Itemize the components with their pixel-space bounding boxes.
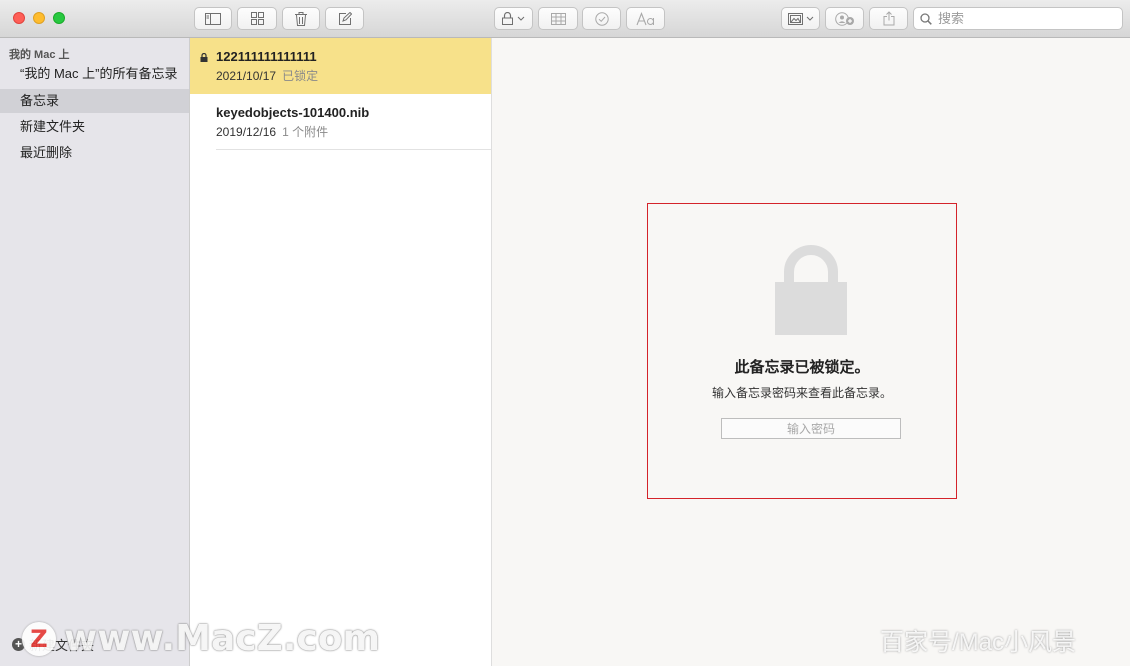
sidebar: 我的 Mac 上 “我的 Mac 上”的所有备忘录 备忘录 新建文件夹 最近删除… <box>0 38 190 666</box>
share-button[interactable] <box>869 7 908 30</box>
note-title: keyedobjects-101400.nib <box>216 105 370 120</box>
delete-note-button[interactable] <box>282 7 320 30</box>
photo-icon <box>787 12 803 25</box>
locked-subtitle: 输入备忘录密码来查看此备忘录。 <box>711 386 892 400</box>
divider <box>216 149 491 150</box>
format-button[interactable] <box>626 7 665 30</box>
watermark-left-text: www.MacZ.com <box>64 618 380 659</box>
window-close-button[interactable] <box>13 12 25 24</box>
note-title: 122111111111111 <box>216 49 317 64</box>
macz-logo: Z <box>22 621 56 656</box>
search-input[interactable] <box>936 10 1110 27</box>
table-icon <box>550 12 566 25</box>
note-list-item[interactable]: 122111111111111 2021/10/17 已锁定 <box>190 38 491 94</box>
note-meta: 2019/12/16 1 个附件 <box>216 123 328 140</box>
watermark-left: Z www.MacZ.com <box>22 618 380 659</box>
note-status: 已锁定 <box>282 69 319 83</box>
toolbar <box>0 0 1130 38</box>
grid-icon <box>250 12 264 25</box>
lock-menu-button[interactable] <box>494 7 533 30</box>
window-minimize-button[interactable] <box>33 12 45 24</box>
text-format-icon <box>635 11 654 25</box>
sidebar-icon <box>205 12 221 25</box>
note-date: 2021/10/17 <box>216 69 277 83</box>
password-field[interactable] <box>721 418 901 439</box>
lock-icon <box>775 245 847 335</box>
share-icon <box>883 11 894 26</box>
gallery-view-button[interactable] <box>237 7 277 30</box>
sidebar-item-new-folder[interactable]: 新建文件夹 <box>0 115 189 139</box>
note-meta: 2021/10/17 已锁定 <box>216 67 318 84</box>
table-button[interactable] <box>538 7 578 30</box>
chevron-down-icon <box>517 16 525 21</box>
new-note-button[interactable] <box>325 7 364 30</box>
window-zoom-button[interactable] <box>53 12 65 24</box>
note-date: 2019/12/16 <box>216 125 277 139</box>
sidebar-item-all-notes[interactable]: “我的 Mac 上”的所有备忘录 <box>0 62 189 86</box>
locked-title: 此备忘录已被锁定。 <box>734 359 870 376</box>
note-content-area: 此备忘录已被锁定。 输入备忘录密码来查看此备忘录。 <box>492 38 1130 666</box>
search-icon <box>920 12 932 25</box>
sidebar-item-recently-deleted[interactable]: 最近删除 <box>0 141 189 165</box>
sidebar-item-notes[interactable]: 备忘录 <box>0 89 189 113</box>
note-status: 1 个附件 <box>282 125 329 139</box>
media-menu-button[interactable] <box>781 7 820 30</box>
compose-icon <box>338 11 352 25</box>
sidebar-section-header: 我的 Mac 上 <box>9 49 70 61</box>
notes-list: 122111111111111 2021/10/17 已锁定 keyedobjec… <box>190 38 492 666</box>
locked-note-panel: 此备忘录已被锁定。 输入备忘录密码来查看此备忘录。 <box>647 203 957 499</box>
trash-icon <box>295 11 307 26</box>
note-list-item[interactable]: keyedobjects-101400.nib 2019/12/16 1 个附件 <box>190 94 491 150</box>
checkmark-circle-icon <box>594 11 609 26</box>
chevron-down-icon <box>806 16 813 21</box>
toggle-sidebar-button[interactable] <box>194 7 232 30</box>
add-person-icon <box>834 11 854 26</box>
add-people-button[interactable] <box>825 7 864 30</box>
checklist-button[interactable] <box>582 7 621 30</box>
watermark-right-text: 百家号/Mac小风景 <box>880 629 1077 656</box>
search-field[interactable] <box>913 7 1123 30</box>
lock-icon <box>200 53 208 62</box>
lock-icon <box>502 12 513 25</box>
